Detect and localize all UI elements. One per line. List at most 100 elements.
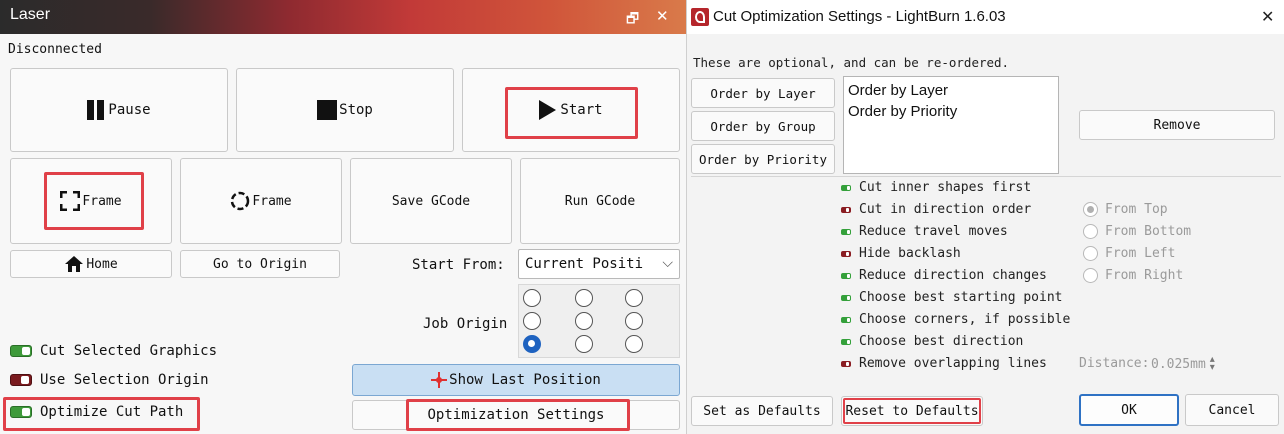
origin-top-left[interactable] [523, 289, 541, 307]
job-origin-grid [518, 284, 680, 358]
go-to-origin-button[interactable]: Go to Origin [180, 250, 340, 278]
origin-bottom-right[interactable] [625, 335, 643, 353]
frame-circle-label: Frame [252, 193, 292, 209]
run-gcode-button[interactable]: Run GCode [520, 158, 680, 244]
direction-from-bottom[interactable]: From Bottom [1083, 224, 1191, 239]
start-from-select[interactable]: Current Positi ⌵ [518, 249, 680, 279]
option-hide-backlash[interactable]: Hide backlash [841, 246, 961, 261]
ok-label: OK [1121, 402, 1137, 418]
cut-selected-label: Cut Selected Graphics [40, 343, 218, 359]
origin-top-center[interactable] [575, 289, 593, 307]
option-label: Choose best starting point [859, 290, 1063, 305]
ok-button[interactable]: OK [1079, 394, 1179, 426]
spin-arrows-icon: ▴ ▾ [1209, 354, 1215, 373]
option-cut-direction-order[interactable]: Cut in direction order [841, 202, 1031, 217]
order-by-group-button[interactable]: Order by Group [691, 111, 835, 141]
laser-panel: Laser 🗗 ✕ Disconnected Pause Stop Start … [0, 0, 686, 434]
toggle-off-icon [841, 360, 851, 367]
option-label: Choose best direction [859, 334, 1024, 349]
origin-middle-right[interactable] [625, 312, 643, 330]
direction-from-top[interactable]: From Top [1083, 202, 1168, 217]
close-icon[interactable]: ✕ [656, 7, 669, 25]
dialog-divider [691, 176, 1281, 177]
option-remove-overlapping[interactable]: Remove overlapping lines [841, 356, 1047, 371]
go-to-origin-label: Go to Origin [213, 256, 307, 272]
direction-label: From Right [1105, 268, 1184, 283]
option-reduce-direction-changes[interactable]: Reduce direction changes [841, 268, 1047, 283]
home-button[interactable]: Home [10, 250, 172, 278]
save-gcode-button[interactable]: Save GCode [350, 158, 512, 244]
direction-from-left[interactable]: From Left [1083, 246, 1175, 261]
distance-label: Distance: [1079, 356, 1150, 371]
use-selection-origin-toggle[interactable] [10, 374, 32, 386]
origin-bottom-left[interactable] [523, 335, 541, 353]
toggle-off-icon [841, 250, 851, 257]
order-by-group-label: Order by Group [710, 118, 816, 134]
list-item[interactable]: Order by Layer [848, 80, 1054, 101]
set-as-defaults-button[interactable]: Set as Defaults [691, 396, 833, 426]
toggle-on-icon [841, 338, 851, 345]
reset-to-defaults-label: Reset to Defaults [845, 403, 979, 419]
save-gcode-label: Save GCode [391, 193, 471, 209]
job-origin-label: Job Origin [423, 316, 508, 332]
option-best-direction[interactable]: Choose best direction [841, 334, 1023, 349]
origin-bottom-center[interactable] [575, 335, 593, 353]
set-as-defaults-label: Set as Defaults [703, 403, 821, 419]
remove-label: Remove [1153, 117, 1201, 133]
stop-button[interactable]: Stop [236, 68, 454, 152]
origin-middle-left[interactable] [523, 312, 541, 330]
optimize-cut-path-toggle[interactable] [10, 406, 32, 418]
radio-icon [1083, 268, 1098, 283]
frame-label: Frame [82, 193, 122, 209]
dialog-title: Cut Optimization Settings - LightBurn 1.… [713, 8, 1006, 25]
order-by-layer-button[interactable]: Order by Layer [691, 78, 835, 108]
cancel-button[interactable]: Cancel [1185, 394, 1279, 426]
restore-icon[interactable]: 🗗 [626, 8, 639, 32]
radio-icon [1083, 224, 1098, 239]
option-cut-inner-first[interactable]: Cut inner shapes first [841, 180, 1031, 195]
toggle-on-icon [841, 228, 851, 235]
stop-label: Stop [339, 102, 373, 118]
frame-button[interactable]: Frame [10, 158, 172, 244]
origin-top-right[interactable] [625, 289, 643, 307]
option-best-starting-point[interactable]: Choose best starting point [841, 290, 1063, 305]
option-label: Reduce travel moves [859, 224, 1008, 239]
pause-label: Pause [108, 102, 151, 118]
show-last-position-label: Show Last Position [449, 372, 601, 388]
dialog-intro: These are optional, and can be re-ordere… [693, 55, 1010, 70]
home-icon [65, 256, 84, 272]
radio-icon [1083, 246, 1098, 261]
order-by-priority-button[interactable]: Order by Priority [691, 144, 835, 174]
order-by-priority-label: Order by Priority [699, 151, 827, 167]
reset-to-defaults-button[interactable]: Reset to Defaults [841, 396, 983, 426]
option-reduce-travel[interactable]: Reduce travel moves [841, 224, 1008, 239]
order-list[interactable]: Order by Layer Order by Priority [843, 76, 1059, 174]
optimize-cut-path-label: Optimize Cut Path [40, 404, 184, 420]
distance-spinbox[interactable]: 0.025mm ▴ ▾ [1151, 354, 1227, 374]
origin-center[interactable] [575, 312, 593, 330]
direction-from-right[interactable]: From Right [1083, 268, 1183, 283]
toggle-off-icon [841, 206, 851, 213]
option-choose-corners[interactable]: Choose corners, if possible [841, 312, 1070, 327]
list-item[interactable]: Order by Priority [848, 101, 1054, 122]
connection-status: Disconnected [8, 42, 102, 57]
toggle-on-icon [841, 184, 851, 191]
toggle-on-icon [841, 294, 851, 301]
show-last-position-button[interactable]: Show Last Position [352, 364, 680, 396]
chevron-down-icon: ⌵ [662, 255, 673, 271]
option-label: Hide backlash [859, 246, 961, 261]
optimization-settings-button[interactable]: Optimization Settings [352, 400, 680, 430]
frame-circle-button[interactable]: Frame [180, 158, 342, 244]
start-from-value: Current Positi [525, 256, 644, 272]
start-button[interactable]: Start [462, 68, 680, 152]
pause-button[interactable]: Pause [10, 68, 228, 152]
dialog-close-icon[interactable]: ✕ [1261, 7, 1274, 26]
cut-optimization-dialog: Cut Optimization Settings - LightBurn 1.… [686, 0, 1284, 434]
optimization-settings-label: Optimization Settings [427, 407, 605, 423]
option-label: Reduce direction changes [859, 268, 1047, 283]
cut-selected-toggle[interactable] [10, 345, 32, 357]
laser-title: Laser [10, 6, 51, 23]
home-label: Home [86, 256, 118, 272]
distance-value: 0.025mm [1151, 356, 1206, 372]
remove-button[interactable]: Remove [1079, 110, 1275, 140]
